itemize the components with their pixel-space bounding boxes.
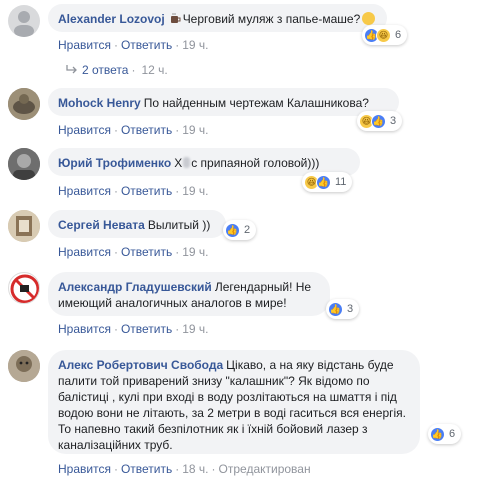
edited-label[interactable]: Отредактирован (219, 462, 311, 476)
like-reaction-icon: 👍 (430, 426, 445, 442)
like-link[interactable]: Нравится (58, 38, 111, 52)
reactions-badge[interactable]: 😆 👍 3 (357, 111, 403, 131)
timestamp[interactable]: 19 ч. (182, 38, 208, 52)
reply-link[interactable]: Ответить (121, 462, 172, 476)
avatar[interactable] (8, 350, 40, 382)
view-replies-link[interactable]: 2 ответа · 12 ч. (66, 63, 168, 77)
reactions-badge[interactable]: 👍 😆 6 (362, 25, 408, 45)
reply-link[interactable]: Ответить (121, 322, 172, 336)
reply-link[interactable]: Ответить (121, 123, 172, 137)
comment-author[interactable]: Mohock Henry (58, 96, 141, 110)
like-link[interactable]: Нравится (58, 322, 111, 336)
reaction-count: 11 (335, 176, 347, 188)
like-reaction-icon: 👍 (371, 113, 386, 129)
reaction-count: 3 (347, 303, 354, 315)
reply-link[interactable]: Ответить (121, 245, 172, 259)
reactions-badge[interactable]: 😆 👍 11 (302, 172, 353, 192)
comment-bubble: Alexander Lozovoj Черговий муляж з папье-… (48, 4, 387, 32)
comment-author[interactable]: Александр Гладушевский (58, 280, 212, 294)
comment-actions: Нравится · Ответить · 19 ч. (58, 245, 209, 259)
replies-time: 12 ч. (141, 63, 168, 77)
reply-arrow-icon (66, 64, 78, 74)
comment-text: Цікаво, а на яку відстань буде палити то… (58, 358, 407, 452)
reaction-count: 6 (395, 29, 402, 41)
comment-author[interactable]: Алекс Робертович Свобода (58, 358, 223, 372)
comment-text: По найденным чертежам Калашникова? (143, 96, 369, 110)
comment-actions: Нравится · Ответить · 19 ч. (58, 123, 209, 137)
comment-author[interactable]: Alexander Lozovoj (58, 12, 165, 26)
like-link[interactable]: Нравится (58, 462, 111, 476)
comment-actions: Нравится · Ответить · 18 ч. · Отредактирован (58, 462, 311, 476)
avatar[interactable] (8, 5, 40, 37)
like-reaction-icon: 👍 (328, 301, 343, 317)
avatar[interactable] (8, 148, 40, 180)
reactions-badge[interactable]: 👍 3 (326, 299, 360, 319)
avatar[interactable] (8, 272, 40, 304)
timestamp[interactable]: 19 ч. (182, 322, 208, 336)
comment-actions: Нравится · Ответить · 19 ч. (58, 38, 209, 52)
like-reaction-icon: 👍 (225, 222, 240, 238)
reaction-count: 6 (449, 428, 456, 440)
reactions-badge[interactable]: 👍 2 (223, 220, 257, 240)
replies-count[interactable]: 2 ответа (82, 63, 128, 77)
comment-bubble: Алекс Робертович Свобода Цікаво, а на яку… (48, 350, 420, 454)
comment-actions: Нравится · Ответить · 19 ч. (58, 322, 209, 336)
censored-text (183, 157, 191, 168)
laughing-emoji-icon (362, 12, 376, 25)
comment-author[interactable]: Юрий Трофименко (58, 156, 171, 170)
reply-link[interactable]: Ответить (121, 38, 172, 52)
comment-text: с припаяной головой))) (191, 156, 320, 170)
comment-bubble: Александр Гладушевский Легендарный! Не им… (48, 272, 330, 316)
comment-text-start: Х (174, 156, 183, 170)
comment-text: Черговий муляж з папье-маше? (182, 12, 361, 26)
comment-bubble: Mohock Henry По найденным чертежам Калашн… (48, 88, 399, 116)
comment-author[interactable]: Сергей Невата (58, 218, 145, 232)
coffee-icon (170, 12, 181, 23)
like-reaction-icon: 👍 (316, 174, 331, 190)
timestamp[interactable]: 18 ч. (182, 462, 208, 476)
like-link[interactable]: Нравится (58, 123, 111, 137)
timestamp[interactable]: 19 ч. (182, 184, 208, 198)
reply-link[interactable]: Ответить (121, 184, 172, 198)
avatar[interactable] (8, 88, 40, 120)
reactions-badge[interactable]: 👍 6 (428, 424, 462, 444)
avatar[interactable] (8, 210, 40, 242)
reaction-count: 3 (390, 115, 397, 127)
comment-actions: Нравится · Ответить · 19 ч. (58, 184, 209, 198)
timestamp[interactable]: 19 ч. (182, 123, 208, 137)
haha-reaction-icon: 😆 (376, 27, 391, 43)
reaction-count: 2 (244, 224, 251, 236)
timestamp[interactable]: 19 ч. (182, 245, 208, 259)
comment-text: Вылитый )) (147, 218, 211, 232)
like-link[interactable]: Нравится (58, 184, 111, 198)
like-link[interactable]: Нравится (58, 245, 111, 259)
comment-bubble: Сергей Невата Вылитый )) (48, 210, 226, 238)
